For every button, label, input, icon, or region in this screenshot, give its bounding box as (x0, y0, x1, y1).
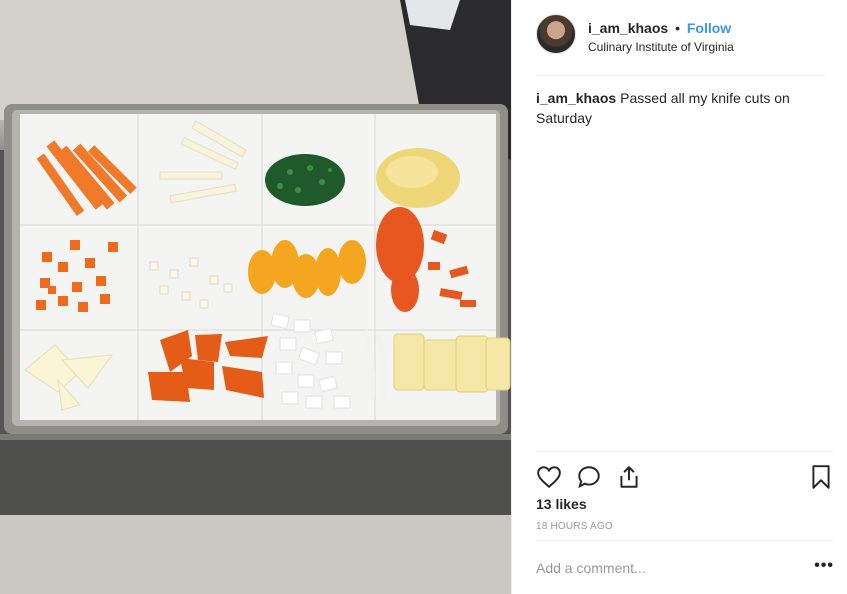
header-text: i_am_khaos • Follow Culinary Institute o… (588, 19, 734, 55)
comment-bar: Add a comment... ••• (536, 540, 834, 594)
post-photo[interactable] (0, 0, 511, 594)
post-header: i_am_khaos • Follow Culinary Institute o… (536, 14, 826, 76)
follow-button[interactable]: Follow (687, 20, 731, 36)
post-timestamp[interactable]: 18 HOURS AGO (536, 521, 613, 532)
instagram-post: i_am_khaos • Follow Culinary Institute o… (0, 0, 847, 594)
post-side-panel: i_am_khaos • Follow Culinary Institute o… (511, 0, 847, 594)
location-link[interactable]: Culinary Institute of Virginia (588, 39, 734, 55)
more-options-icon[interactable]: ••• (814, 557, 834, 575)
avatar[interactable] (536, 14, 576, 54)
action-bar (536, 451, 834, 497)
username-link[interactable]: i_am_khaos (588, 20, 668, 36)
heart-icon[interactable] (536, 464, 562, 490)
user-line: i_am_khaos • Follow (588, 19, 734, 37)
bookmark-icon[interactable] (808, 464, 834, 490)
share-icon[interactable] (616, 464, 642, 490)
separator: • (675, 20, 680, 36)
likes-count[interactable]: 13 likes (536, 496, 587, 512)
comment-icon[interactable] (576, 464, 602, 490)
caption: i_am_khaos Passed all my knife cuts on Sa… (536, 88, 826, 128)
comment-input[interactable]: Add a comment... (536, 560, 646, 576)
caption-username-link[interactable]: i_am_khaos (536, 90, 616, 106)
knife-cuts-tray-image (0, 0, 511, 594)
